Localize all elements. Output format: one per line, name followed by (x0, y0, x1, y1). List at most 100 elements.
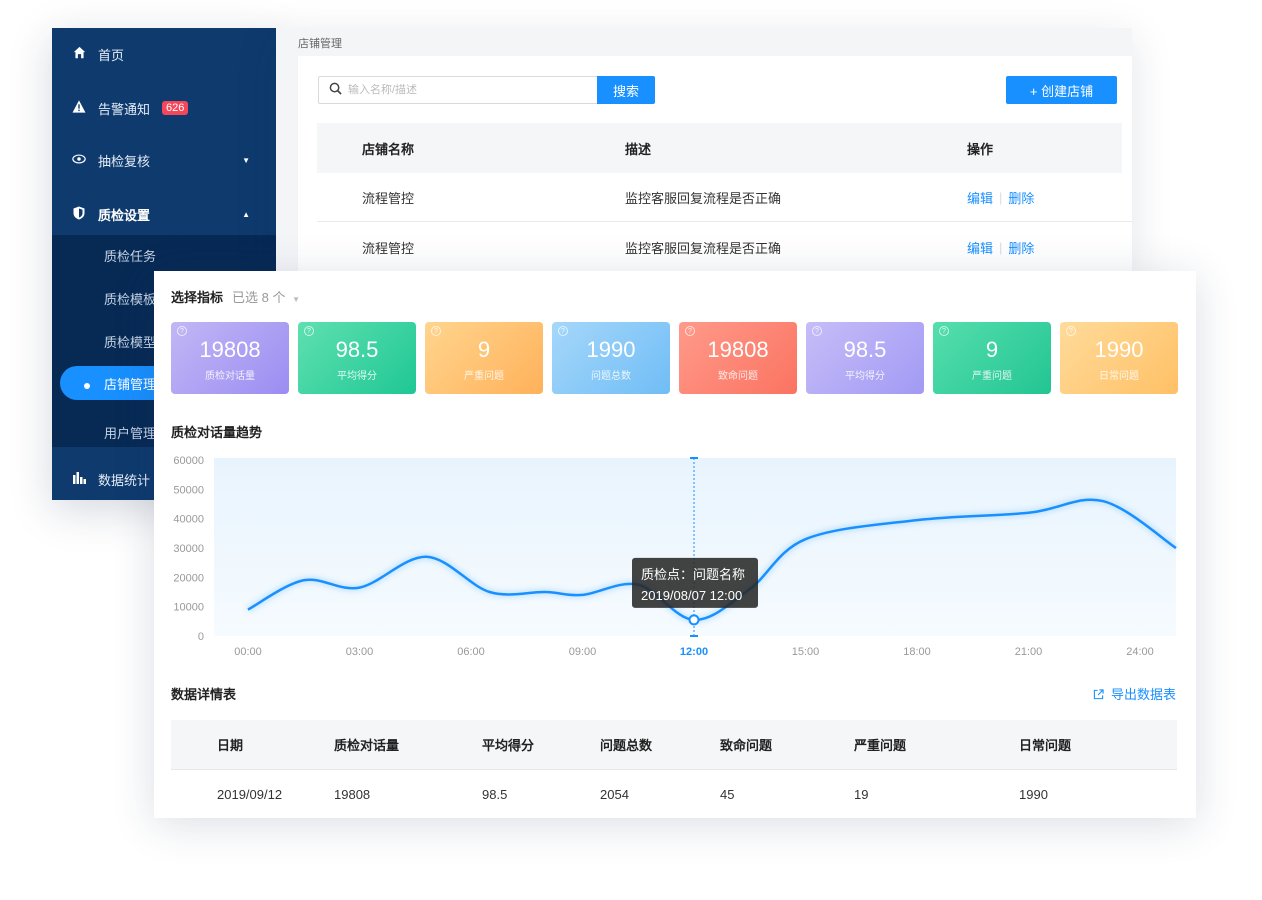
metric-card[interactable]: ? 98.5 平均得分 (806, 322, 924, 394)
caret-up-icon: ▲ (242, 209, 250, 219)
sidebar-item-label: 告警通知 (98, 101, 151, 117)
table-row: 流程管控 监控客服回复流程是否正确 编辑 | 删除 (317, 223, 1132, 272)
edit-link[interactable]: 编辑 (967, 238, 993, 257)
metric-value: 9 (477, 337, 491, 362)
metric-label: 严重问题 (972, 371, 1012, 382)
y-tick-label: 50000 (173, 484, 204, 496)
help-icon: ? (304, 326, 314, 336)
y-tick-label: 30000 (173, 543, 204, 555)
store-card: 搜索 + 创建店铺 店铺名称 描述 操作 流程管控 监控客服回复流程是否正确 编… (298, 56, 1132, 272)
export-table-link[interactable]: 导出数据表 (1093, 684, 1176, 703)
trend-chart-title: 质检对话量趋势 (171, 425, 263, 440)
submenu-item-qc-task[interactable]: 质检任务 (52, 235, 276, 275)
x-tick-label: 24:00 (1126, 646, 1154, 658)
metric-card[interactable]: ? 1990 问题总数 (552, 322, 670, 394)
metric-label: 严重问题 (464, 371, 504, 382)
x-tick-label: 15:00 (792, 646, 820, 658)
column-header: 店铺名称 (362, 141, 415, 157)
delete-link[interactable]: 删除 (1008, 238, 1034, 257)
highlight-point (688, 614, 700, 626)
sidebar-item-qc-settings[interactable]: 质检设置 ▲ (52, 188, 276, 240)
avg-score-cell: 98.5 (482, 787, 508, 802)
x-tick-label: 12:00 (680, 646, 708, 658)
store-desc-cell: 监控客服回复流程是否正确 (625, 190, 782, 206)
metric-card[interactable]: ? 19808 质检对话量 (171, 322, 289, 394)
create-store-button[interactable]: + 创建店铺 (1006, 76, 1117, 104)
search-button[interactable]: 搜索 (597, 76, 655, 104)
detail-table-title: 数据详情表 (171, 687, 237, 702)
sidebar-item-label: 质检设置 (98, 207, 151, 223)
store-desc-cell: 监控客服回复流程是否正确 (625, 240, 782, 256)
metric-value: 1990 (1094, 337, 1144, 362)
divider: | (999, 189, 1003, 205)
store-name-cell: 流程管控 (362, 190, 415, 206)
help-icon: ? (812, 326, 822, 336)
metric-value: 98.5 (843, 337, 887, 362)
divider: | (999, 239, 1003, 255)
metric-selector-title: 选择指标 (171, 290, 224, 305)
help-icon: ? (558, 326, 568, 336)
actions-cell: 编辑 | 删除 (967, 173, 1034, 221)
trend-line-chart: 60000 50000 40000 30000 20000 10000 0 00:00 03:0… (173, 455, 1178, 658)
metric-card[interactable]: ? 19808 致命问题 (679, 322, 797, 394)
x-tick-label: 18:00 (903, 646, 931, 658)
metric-card[interactable]: ? 9 严重问题 (933, 322, 1051, 394)
metric-value: 98.5 (335, 337, 379, 362)
metric-card[interactable]: ? 1990 日常问题 (1060, 322, 1178, 394)
severe-issue-cell: 19 (854, 787, 869, 802)
search-icon (329, 82, 342, 98)
sidebar-item-label: 抽检复核 (98, 153, 151, 169)
metric-label: 质检对话量 (205, 371, 255, 382)
bar-chart-icon (70, 471, 88, 487)
help-icon: ? (177, 326, 187, 336)
metric-value: 19808 (199, 337, 261, 362)
column-header: 日期 (217, 738, 244, 753)
caret-down-icon: ▼ (242, 155, 250, 165)
tooltip-title: 质检点：问题名称 (641, 567, 745, 582)
eye-icon (70, 153, 88, 168)
daily-issue-cell: 1990 (1019, 787, 1048, 802)
table-row: 2019/09/12 19808 98.5 2054 45 19 1990 (171, 771, 1177, 818)
column-header: 致命问题 (720, 738, 773, 753)
metric-selector-dropdown[interactable]: 已选 8 个 ▼ (232, 287, 300, 306)
store-name-cell: 流程管控 (362, 240, 415, 256)
metric-card[interactable]: ? 98.5 平均得分 (298, 322, 416, 394)
column-header: 日常问题 (1019, 738, 1072, 753)
column-header: 严重问题 (854, 738, 907, 753)
date-cell: 2019/09/12 (217, 787, 283, 802)
sidebar-item-spot-check[interactable]: 抽检复核 ▼ (52, 134, 276, 186)
y-tick-label: 10000 (173, 602, 204, 614)
metric-value: 1990 (586, 337, 636, 362)
search-input[interactable] (348, 84, 588, 96)
active-dot-icon (84, 383, 90, 389)
sidebar-item-alerts[interactable]: 告警通知 626 (52, 82, 276, 134)
plot-background (214, 458, 1176, 636)
help-icon: ? (431, 326, 441, 336)
help-icon: ? (939, 326, 949, 336)
metric-card[interactable]: ? 9 严重问题 (425, 322, 543, 394)
caret-down-icon: ▼ (292, 295, 301, 304)
home-icon (70, 46, 88, 62)
issue-total-cell: 2054 (600, 787, 629, 802)
metric-label: 问题总数 (591, 371, 631, 382)
sidebar-item-home[interactable]: 首页 (52, 28, 276, 80)
table-row: 流程管控 监控客服回复流程是否正确 编辑 | 删除 (317, 173, 1132, 222)
x-tick-label: 03:00 (346, 646, 374, 658)
x-tick-label: 00:00 (234, 646, 262, 658)
metric-value: 19808 (707, 337, 769, 362)
alert-count-badge: 626 (162, 101, 189, 115)
column-header: 操作 (967, 141, 994, 157)
sidebar-item-label: 数据统计 (98, 472, 151, 488)
dashboard-panel: 选择指标 已选 8 个 ▼ ? 19808 质检对话量? 98.5 平均得分? 9 严重问题… (154, 271, 1196, 818)
y-tick-label: 40000 (173, 514, 204, 526)
edit-link[interactable]: 编辑 (967, 188, 993, 207)
y-tick-label: 60000 (173, 455, 204, 467)
detail-table-header: 日期 质检对话量 平均得分 问题总数 致命问题 严重问题 日常问题 (171, 720, 1177, 770)
dialog-count-cell: 19808 (334, 787, 371, 802)
column-header: 质检对话量 (334, 738, 400, 753)
delete-link[interactable]: 删除 (1008, 188, 1034, 207)
fatal-issue-cell: 45 (720, 787, 735, 802)
column-header: 描述 (625, 141, 652, 157)
x-tick-label: 21:00 (1015, 646, 1043, 658)
x-tick-label: 06:00 (457, 646, 485, 658)
